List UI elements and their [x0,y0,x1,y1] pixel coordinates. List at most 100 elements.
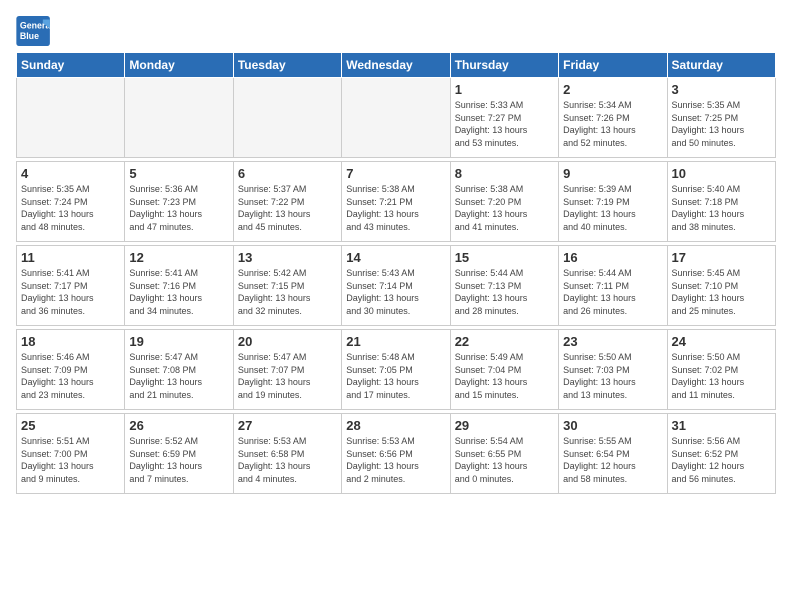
calendar-cell: 16Sunrise: 5:44 AM Sunset: 7:11 PM Dayli… [559,246,667,326]
calendar-cell [342,78,450,158]
day-number: 2 [563,82,662,97]
day-info: Sunrise: 5:45 AM Sunset: 7:10 PM Dayligh… [672,267,771,317]
calendar-cell: 9Sunrise: 5:39 AM Sunset: 7:19 PM Daylig… [559,162,667,242]
day-info: Sunrise: 5:47 AM Sunset: 7:07 PM Dayligh… [238,351,337,401]
logo-icon: General Blue [16,16,52,46]
calendar-cell: 23 Sunrise: 5:50 AM Sunset: 7:03 PM Dayli… [559,330,667,410]
svg-text:Blue: Blue [20,31,39,41]
calendar-cell: 31Sunrise: 5:56 AM Sunset: 6:52 PM Dayli… [667,414,775,494]
day-number: 15 [455,250,554,265]
day-info: Sunrise: 5:50 AM Sunset: 7:03 PM Dayligh… [563,351,662,401]
calendar-cell: 22Sunrise: 5:49 AM Sunset: 7:04 PM Dayli… [450,330,558,410]
day-info: Sunrise: 5:44 AM Sunset: 7:11 PM Dayligh… [563,267,662,317]
day-info: Sunrise: 5:40 AM Sunset: 7:18 PM Dayligh… [672,183,771,233]
calendar-cell: 11 Sunrise: 5:41 AM Sunset: 7:17 PM Dayli… [17,246,125,326]
column-header-monday: Monday [125,53,233,78]
day-info: Sunrise: 5:54 AM Sunset: 6:55 PM Dayligh… [455,435,554,485]
day-info: Sunrise: 5:48 AM Sunset: 7:05 PM Dayligh… [346,351,445,401]
day-number: 27 [238,418,337,433]
day-number: 8 [455,166,554,181]
day-number: 17 [672,250,771,265]
day-number: 20 [238,334,337,349]
day-info: Sunrise: 5:38 AM Sunset: 7:20 PM Dayligh… [455,183,554,233]
column-header-tuesday: Tuesday [233,53,341,78]
calendar-cell: 2 Sunrise: 5:34 AM Sunset: 7:26 PM Daylig… [559,78,667,158]
day-info: Sunrise: 5:34 AM Sunset: 7:26 PM Dayligh… [563,99,662,149]
column-header-sunday: Sunday [17,53,125,78]
calendar-cell: 19 Sunrise: 5:47 AM Sunset: 7:08 PM Dayli… [125,330,233,410]
calendar: SundayMondayTuesdayWednesdayThursdayFrid… [16,52,776,494]
day-info: Sunrise: 5:38 AM Sunset: 7:21 PM Dayligh… [346,183,445,233]
logo: General Blue [16,16,56,46]
day-info: Sunrise: 5:41 AM Sunset: 7:17 PM Dayligh… [21,267,120,317]
calendar-cell: 1 Sunrise: 5:33 AM Sunset: 7:27 PM Daylig… [450,78,558,158]
calendar-cell: 29Sunrise: 5:54 AM Sunset: 6:55 PM Dayli… [450,414,558,494]
day-number: 21 [346,334,445,349]
day-number: 7 [346,166,445,181]
day-info: Sunrise: 5:53 AM Sunset: 6:56 PM Dayligh… [346,435,445,485]
calendar-cell: 21 Sunrise: 5:48 AM Sunset: 7:05 PM Dayli… [342,330,450,410]
day-info: Sunrise: 5:55 AM Sunset: 6:54 PM Dayligh… [563,435,662,485]
day-info: Sunrise: 5:43 AM Sunset: 7:14 PM Dayligh… [346,267,445,317]
day-info: Sunrise: 5:35 AM Sunset: 7:25 PM Dayligh… [672,99,771,149]
day-number: 5 [129,166,228,181]
day-info: Sunrise: 5:36 AM Sunset: 7:23 PM Dayligh… [129,183,228,233]
calendar-cell: 12 Sunrise: 5:41 AM Sunset: 7:16 PM Dayli… [125,246,233,326]
day-number: 1 [455,82,554,97]
calendar-cell: 7 Sunrise: 5:38 AM Sunset: 7:21 PM Daylig… [342,162,450,242]
day-info: Sunrise: 5:33 AM Sunset: 7:27 PM Dayligh… [455,99,554,149]
column-header-thursday: Thursday [450,53,558,78]
calendar-cell: 18 Sunrise: 5:46 AM Sunset: 7:09 PM Dayli… [17,330,125,410]
day-number: 24 [672,334,771,349]
day-number: 12 [129,250,228,265]
day-number: 9 [563,166,662,181]
day-number: 23 [563,334,662,349]
calendar-week-3: 11 Sunrise: 5:41 AM Sunset: 7:17 PM Dayli… [17,246,776,326]
calendar-cell: 26Sunrise: 5:52 AM Sunset: 6:59 PM Dayli… [125,414,233,494]
calendar-cell [233,78,341,158]
day-number: 11 [21,250,120,265]
day-number: 14 [346,250,445,265]
day-number: 28 [346,418,445,433]
day-number: 3 [672,82,771,97]
calendar-header-row: SundayMondayTuesdayWednesdayThursdayFrid… [17,53,776,78]
day-info: Sunrise: 5:35 AM Sunset: 7:24 PM Dayligh… [21,183,120,233]
day-number: 19 [129,334,228,349]
day-number: 4 [21,166,120,181]
calendar-cell: 8 Sunrise: 5:38 AM Sunset: 7:20 PM Daylig… [450,162,558,242]
day-info: Sunrise: 5:56 AM Sunset: 6:52 PM Dayligh… [672,435,771,485]
calendar-cell: 20 Sunrise: 5:47 AM Sunset: 7:07 PM Dayli… [233,330,341,410]
calendar-cell: 5 Sunrise: 5:36 AM Sunset: 7:23 PM Daylig… [125,162,233,242]
day-info: Sunrise: 5:42 AM Sunset: 7:15 PM Dayligh… [238,267,337,317]
calendar-cell: 24Sunrise: 5:50 AM Sunset: 7:02 PM Dayli… [667,330,775,410]
day-info: Sunrise: 5:47 AM Sunset: 7:08 PM Dayligh… [129,351,228,401]
day-info: Sunrise: 5:46 AM Sunset: 7:09 PM Dayligh… [21,351,120,401]
column-header-wednesday: Wednesday [342,53,450,78]
column-header-saturday: Saturday [667,53,775,78]
day-info: Sunrise: 5:37 AM Sunset: 7:22 PM Dayligh… [238,183,337,233]
day-number: 25 [21,418,120,433]
calendar-cell: 10 Sunrise: 5:40 AM Sunset: 7:18 PM Dayli… [667,162,775,242]
calendar-cell [125,78,233,158]
day-number: 10 [672,166,771,181]
calendar-cell: 4 Sunrise: 5:35 AM Sunset: 7:24 PM Daylig… [17,162,125,242]
calendar-cell: 6 Sunrise: 5:37 AM Sunset: 7:22 PM Daylig… [233,162,341,242]
calendar-week-5: 25Sunrise: 5:51 AM Sunset: 7:00 PM Dayli… [17,414,776,494]
calendar-cell: 14 Sunrise: 5:43 AM Sunset: 7:14 PM Dayli… [342,246,450,326]
day-number: 26 [129,418,228,433]
calendar-week-4: 18 Sunrise: 5:46 AM Sunset: 7:09 PM Dayli… [17,330,776,410]
day-info: Sunrise: 5:44 AM Sunset: 7:13 PM Dayligh… [455,267,554,317]
day-number: 22 [455,334,554,349]
day-info: Sunrise: 5:41 AM Sunset: 7:16 PM Dayligh… [129,267,228,317]
calendar-cell: 25Sunrise: 5:51 AM Sunset: 7:00 PM Dayli… [17,414,125,494]
calendar-cell: 17 Sunrise: 5:45 AM Sunset: 7:10 PM Dayli… [667,246,775,326]
day-number: 18 [21,334,120,349]
day-info: Sunrise: 5:53 AM Sunset: 6:58 PM Dayligh… [238,435,337,485]
calendar-cell: 13 Sunrise: 5:42 AM Sunset: 7:15 PM Dayli… [233,246,341,326]
calendar-cell: 3 Sunrise: 5:35 AM Sunset: 7:25 PM Daylig… [667,78,775,158]
column-header-friday: Friday [559,53,667,78]
day-number: 6 [238,166,337,181]
day-number: 13 [238,250,337,265]
calendar-week-1: 1 Sunrise: 5:33 AM Sunset: 7:27 PM Daylig… [17,78,776,158]
calendar-cell: 15 Sunrise: 5:44 AM Sunset: 7:13 PM Dayli… [450,246,558,326]
